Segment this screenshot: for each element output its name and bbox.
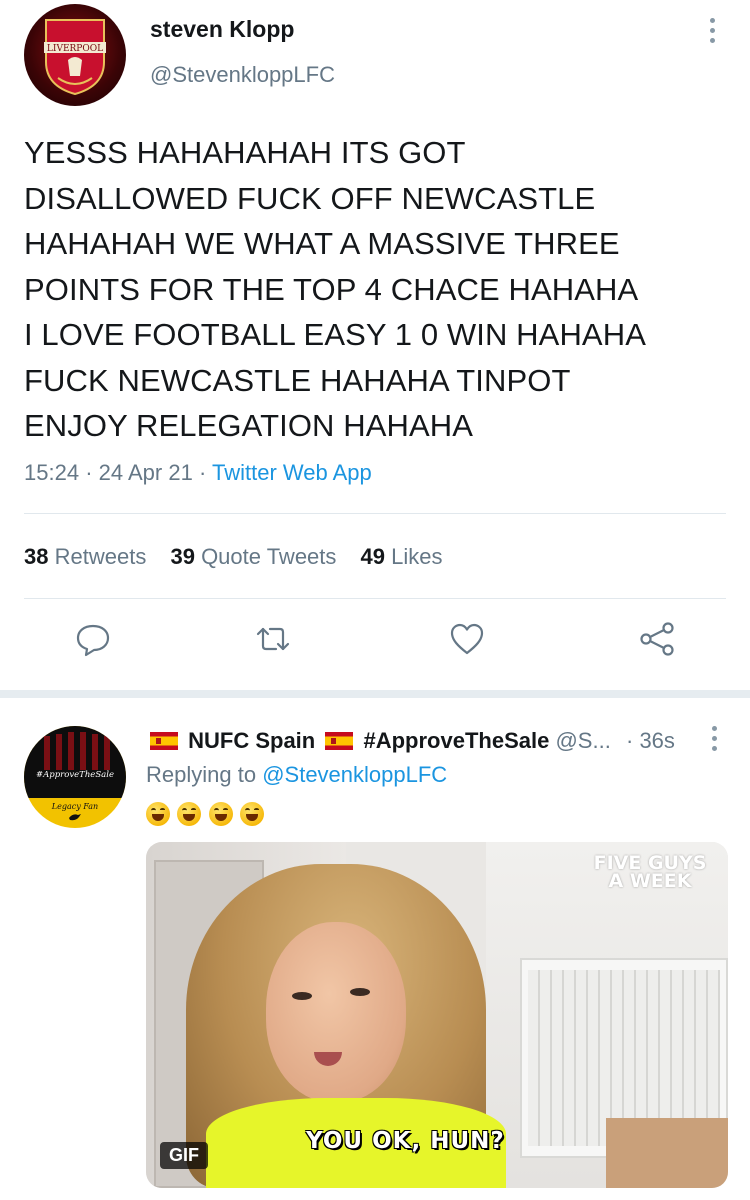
meta-separator: · [85, 460, 93, 485]
likes-stat[interactable]: 49 Likes [361, 544, 443, 569]
author-avatar[interactable]: LIVERPOOL [24, 4, 126, 106]
retweets-stat[interactable]: 38 Retweets [24, 544, 146, 569]
tweet-actions [0, 620, 750, 670]
main-tweet: LIVERPOOL steven Klopp @StevenkloppLFC Y… [0, 0, 750, 690]
like-icon[interactable] [448, 620, 492, 664]
laughing-emoji-icon [240, 802, 265, 826]
reply-icon[interactable] [74, 620, 118, 664]
reply-avatar[interactable]: #ApproveTheSale Legacy Fan [24, 726, 126, 828]
divider [24, 598, 726, 599]
reply-header: NUFC Spain #ApproveTheSale @S... [146, 728, 611, 754]
laughing-emoji-icon [208, 802, 233, 826]
more-options-icon[interactable] [706, 726, 722, 754]
avatar-tagline: #ApproveTheSale [36, 770, 114, 780]
reply-emojis [146, 802, 267, 830]
retweet-icon[interactable] [254, 620, 298, 664]
reply-tweet[interactable]: #ApproveTheSale Legacy Fan NUFC Spain #A… [0, 698, 750, 1200]
author-handle[interactable]: @StevenkloppLFC [150, 62, 335, 88]
share-icon[interactable] [638, 620, 682, 664]
tweet-stats: 38 Retweets 39 Quote Tweets 49 Likes [24, 544, 461, 570]
tweet-text-line: HAHAHAH WE WHAT A MASSIVE THREE [24, 226, 620, 261]
spain-flag-icon [325, 732, 354, 750]
author-name[interactable]: steven Klopp [150, 16, 294, 43]
reply-timestamp[interactable]: · 36s [626, 728, 675, 754]
divider [24, 513, 726, 514]
svg-text:LIVERPOOL: LIVERPOOL [47, 44, 103, 54]
tweet-time[interactable]: 15:24 [24, 460, 79, 485]
tweet-text-line: DISALLOWED FUCK OFF NEWCASTLE [24, 180, 596, 216]
gif-badge: GIF [160, 1142, 208, 1169]
reply-handle[interactable]: @S... [555, 728, 610, 753]
tweet-text-line: FUCK NEWCASTLE HAHAHA TINPOT [24, 362, 571, 398]
tweet-text-line: POINTS FOR THE TOP 4 CHACE HAHAHA [24, 271, 639, 307]
tweet-text-line: YESSS HAHAHAHAH ITS GOT [24, 135, 466, 170]
tweet-meta: 15:24 · 24 Apr 21 · Twitter Web App [24, 460, 372, 486]
liverpool-crest-icon: LIVERPOOL [44, 19, 106, 96]
replying-prefix: Replying to [146, 762, 257, 787]
replying-to-handle[interactable]: @StevenkloppLFC [262, 762, 447, 787]
reply-display-name[interactable]: NUFC Spain [188, 728, 315, 753]
tweet-text: YESSS HAHAHAHAH ITS GOT DISALLOWED FUCK … [24, 130, 724, 449]
tweet-source-link[interactable]: Twitter Web App [212, 460, 372, 485]
replying-to: Replying to @StevenkloppLFC [146, 762, 447, 788]
laughing-emoji-icon [177, 802, 202, 826]
section-separator [0, 690, 750, 698]
tweet-date[interactable]: 24 Apr 21 [99, 460, 193, 485]
meta-separator: · [198, 460, 207, 485]
more-options-icon[interactable] [704, 18, 720, 46]
gif-media[interactable]: FIVE GUYS A WEEK YOU OK, HUN? GIF [146, 842, 728, 1188]
stripes-graphic-icon [44, 732, 110, 770]
tweet-text-line: ENJOY RELEGATION HAHAHA [24, 408, 474, 443]
laughing-emoji-icon [146, 802, 170, 826]
gif-brand-watermark: FIVE GUYS A WEEK [593, 852, 707, 892]
reply-hashtag-name[interactable]: #ApproveTheSale [364, 728, 550, 753]
table [606, 1118, 728, 1188]
magpie-icon [69, 814, 81, 821]
tweet-text-line: I LOVE FOOTBALL EASY 1 0 WIN HAHAHA [24, 317, 646, 352]
quote-tweets-stat[interactable]: 39 Quote Tweets [170, 544, 336, 569]
woman-face [266, 922, 406, 1102]
avatar-subtitle: Legacy Fan [51, 802, 99, 811]
gif-caption: YOU OK, HUN? [306, 1128, 505, 1154]
spain-flag-icon [150, 732, 178, 750]
